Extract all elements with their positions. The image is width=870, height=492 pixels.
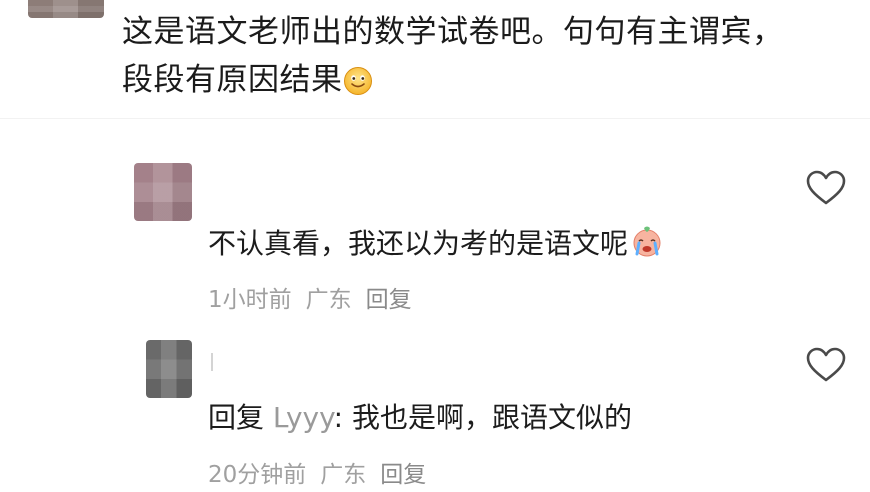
heart-icon[interactable] (806, 347, 846, 383)
reply-separator: : (333, 401, 352, 434)
reply-location: 广东 (305, 287, 352, 313)
username-stub (211, 353, 213, 371)
reply-button[interactable]: 回复 (366, 287, 412, 313)
reply-avatar[interactable] (134, 163, 192, 221)
comment-text: 这是语文老师出的数学试卷吧。句句有主谓宾，段段有原因结果 (122, 8, 812, 104)
reply-time: 1小时前 (208, 287, 292, 313)
reply-button[interactable]: 回复 (380, 462, 426, 488)
reply-meta: 1小时前 广东 回复 (208, 280, 426, 314)
divider (0, 118, 870, 119)
reply-location: 广东 (320, 462, 367, 488)
reply-target-user[interactable]: Lyyy (273, 401, 334, 434)
reply-text: 不认真看，我还以为考的是语文呢 (208, 222, 664, 262)
reply-text: 回复 Lyyy: 我也是啊，跟语文似的 (208, 396, 632, 436)
reply-meta: 20分钟前 广东 回复 (208, 455, 440, 489)
reply-prefix: 回复 (208, 401, 265, 434)
reply-avatar[interactable] (146, 340, 192, 398)
smile-icon (343, 67, 372, 95)
comment-body: 这是语文老师出的数学试卷吧。句句有主谓宾，段段有原因结果 (122, 14, 784, 98)
avatar[interactable] (28, 0, 104, 18)
heart-icon[interactable] (806, 170, 846, 206)
reply-body: 不认真看，我还以为考的是语文呢 (208, 227, 629, 260)
crying-face-icon (633, 226, 661, 257)
reply-body: 我也是啊，跟语文似的 (351, 401, 632, 434)
reply-time: 20分钟前 (208, 462, 307, 488)
